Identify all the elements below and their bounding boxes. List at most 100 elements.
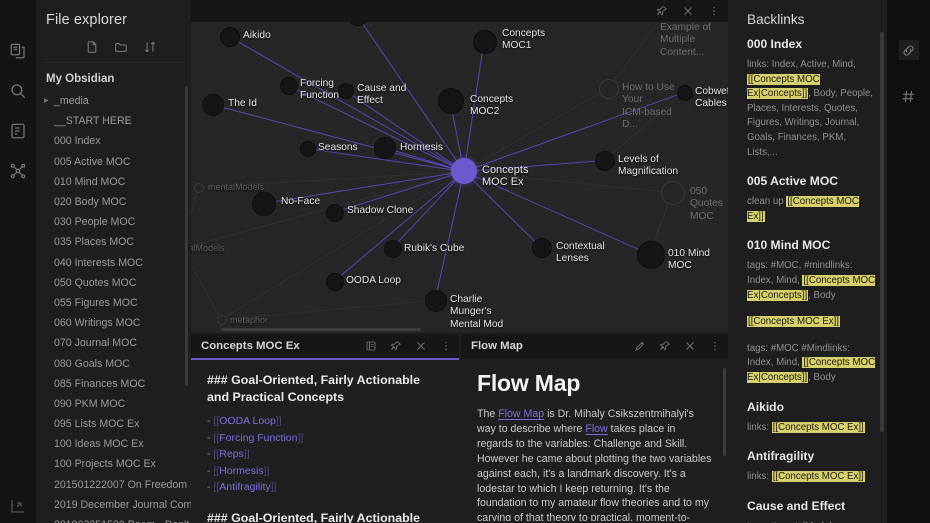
file-item[interactable]: ▶_media <box>36 91 191 111</box>
collapse-icon[interactable] <box>9 497 27 515</box>
graph-node[interactable] <box>217 315 227 325</box>
concepts-list-item[interactable]: - [[Antifragility]] <box>207 479 445 496</box>
file-item[interactable]: 080 Goals MOC <box>36 353 191 373</box>
backlinks-scrollbar[interactable] <box>880 32 884 432</box>
quick-switcher-icon[interactable] <box>9 122 27 140</box>
graph-node[interactable] <box>637 241 665 269</box>
file-item[interactable]: 005 Active MOC <box>36 152 191 172</box>
backlink-highlight[interactable]: [[Concepts MOC Ex]] <box>747 316 840 327</box>
more-options-icon[interactable] <box>709 340 721 352</box>
flow-pane-scrollbar[interactable] <box>723 368 726 456</box>
graph-node-active[interactable] <box>451 158 477 184</box>
file-item[interactable]: 000 Index <box>36 131 191 151</box>
wikilink[interactable]: Hormesis <box>219 465 263 477</box>
graph-node[interactable] <box>220 27 240 47</box>
graph-node[interactable] <box>374 137 396 159</box>
backlink-source-title[interactable]: 010 Mind MOC <box>747 238 877 253</box>
file-item-label: 035 Places MOC <box>54 236 134 248</box>
wikilink[interactable]: Antifragility <box>219 481 270 493</box>
backlink-source-title[interactable]: 005 Active MOC <box>747 174 877 189</box>
graph-node[interactable] <box>300 141 316 157</box>
concepts-list-item[interactable]: - [[Reps]] <box>207 446 445 463</box>
graph-node[interactable] <box>595 151 615 171</box>
backlink-source-title[interactable]: Aikido <box>747 400 877 415</box>
wikilink[interactable]: Forcing Function <box>219 432 297 444</box>
file-item[interactable]: 085 Finances MOC <box>36 374 191 394</box>
file-item[interactable]: 090 PKM MOC <box>36 394 191 414</box>
graph-icon[interactable] <box>9 162 27 180</box>
wikilink[interactable]: Reps <box>219 448 244 460</box>
concepts-list-item[interactable]: - [[OODA Loop]] <box>207 413 445 430</box>
pin-icon[interactable] <box>390 340 402 352</box>
graph-node[interactable] <box>326 204 344 222</box>
new-folder-icon[interactable] <box>114 40 128 54</box>
close-icon[interactable] <box>415 340 427 352</box>
graph-node[interactable] <box>473 30 497 54</box>
backlink-source-title[interactable]: Antifragility <box>747 449 877 464</box>
reading-view-icon[interactable] <box>365 340 377 352</box>
concepts-list-item[interactable]: - [[Forcing Function]] <box>207 430 445 447</box>
file-item[interactable]: __START HERE <box>36 111 191 131</box>
graph-node[interactable] <box>384 240 402 258</box>
graph-node[interactable] <box>326 273 344 291</box>
backlink-highlight[interactable]: [[Concepts MOC Ex]] <box>772 422 865 433</box>
tags-pane-button[interactable] <box>899 86 919 106</box>
file-item[interactable]: 201903251530 Poem - Don't Qui <box>36 515 191 523</box>
graph-node[interactable] <box>425 290 447 312</box>
new-note-icon[interactable] <box>85 40 99 54</box>
file-item[interactable]: 040 Interests MOC <box>36 253 191 273</box>
graph-node[interactable] <box>438 88 464 114</box>
pin-icon[interactable] <box>659 340 671 352</box>
sort-icon[interactable] <box>143 40 157 54</box>
search-icon[interactable] <box>9 82 27 100</box>
edit-icon[interactable] <box>634 340 646 352</box>
flow-link[interactable]: Flow <box>585 423 607 435</box>
concepts-editor-body[interactable]: ### Goal-Oriented, Fairly Actionable and… <box>191 360 459 523</box>
file-item[interactable]: 100 Ideas MOC Ex <box>36 434 191 454</box>
backlink-context: tags: #MOC #Mindlinks: Index, Mind, [[Co… <box>747 342 877 386</box>
more-options-icon[interactable] <box>440 340 452 352</box>
file-item[interactable]: 070 Journal MOC <box>36 333 191 353</box>
file-item[interactable]: 035 Places MOC <box>36 232 191 252</box>
file-item[interactable]: 100 Projects MOC Ex <box>36 454 191 474</box>
file-item[interactable]: 201501222007 On Freedom - Nic <box>36 475 191 495</box>
flow-map-body[interactable]: Flow Map The Flow Map is Dr. Mihaly Csik… <box>461 358 728 521</box>
file-item[interactable]: 010 Mind MOC <box>36 172 191 192</box>
graph-node[interactable] <box>194 183 204 193</box>
close-icon[interactable] <box>682 5 694 17</box>
graph-horizontal-scrollbar[interactable] <box>191 327 728 332</box>
wikilink[interactable]: OODA Loop <box>219 415 276 427</box>
graph-node[interactable] <box>532 238 552 258</box>
file-item[interactable]: 2019 December Journal Compila <box>36 495 191 515</box>
file-item[interactable]: 055 Figures MOC <box>36 293 191 313</box>
graph-edge <box>608 22 661 89</box>
pin-icon[interactable] <box>656 5 668 17</box>
backlink-source-title[interactable]: Cause and Effect <box>747 499 877 514</box>
file-item[interactable]: 030 People MOC <box>36 212 191 232</box>
graph-node[interactable] <box>677 85 693 101</box>
file-item[interactable]: 060 Writings MOC <box>36 313 191 333</box>
graph-node[interactable] <box>252 192 276 216</box>
file-item[interactable]: 050 Quotes MOC <box>36 273 191 293</box>
backlinks-pane-button[interactable] <box>899 40 919 60</box>
flow-map-pane: Flow Map Flow Map The Flow Map is Dr. Mi… <box>461 334 728 523</box>
graph-node[interactable] <box>280 77 298 95</box>
close-icon[interactable] <box>684 340 696 352</box>
graph-node[interactable] <box>338 83 354 99</box>
more-options-icon[interactable] <box>708 5 720 17</box>
graph-edge <box>604 92 685 161</box>
graph-canvas[interactable]: AikidoEddy EffectConcepts MOC1Example of… <box>191 22 728 332</box>
graph-node[interactable] <box>599 79 619 99</box>
explorer-scrollbar[interactable] <box>185 86 188 386</box>
concepts-list-item[interactable]: - [[Hormesis]] <box>207 463 445 480</box>
file-item[interactable]: 020 Body MOC <box>36 192 191 212</box>
graph-edge <box>464 92 684 172</box>
backlink-source-title[interactable]: 000 Index <box>747 37 877 52</box>
concepts-link-list: - [[OODA Loop]]- [[Forcing Function]]- [… <box>207 413 445 496</box>
file-item[interactable]: 095 Lists MOC Ex <box>36 414 191 434</box>
graph-node[interactable] <box>661 181 685 205</box>
files-icon[interactable] <box>9 42 27 60</box>
backlink-highlight[interactable]: [[Concepts MOC Ex]] <box>772 471 865 482</box>
graph-node[interactable] <box>202 94 224 116</box>
flow-map-link[interactable]: Flow Map <box>498 408 544 420</box>
